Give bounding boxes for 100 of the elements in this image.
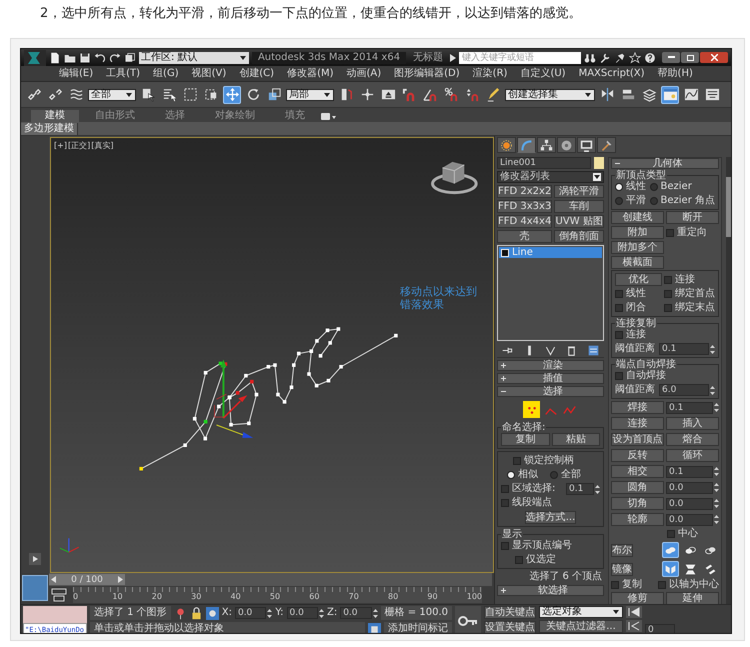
command-panel-tab[interactable] [497, 137, 516, 153]
sub-object-button[interactable] [523, 401, 540, 418]
toolbar-button[interactable] [661, 86, 679, 104]
go-to-start-icon[interactable] [626, 606, 642, 618]
fork-icon[interactable] [544, 344, 556, 356]
rollout-header[interactable]: 软选择 [497, 585, 604, 596]
dropdown[interactable]: 局部 [286, 88, 334, 100]
ribbon-tab[interactable]: 自由形式 [81, 110, 149, 122]
menu-item[interactable]: 组(G) [153, 68, 179, 80]
checkbox[interactable] [667, 530, 675, 538]
number-field[interactable]: 0.1 [566, 483, 594, 495]
menu-item[interactable]: 编辑(E) [59, 68, 94, 80]
ribbon-tab[interactable]: 建模 [31, 110, 79, 122]
radio-button[interactable] [507, 471, 515, 479]
command-panel-tab[interactable] [597, 137, 616, 153]
menu-item[interactable]: 渲染(R) [472, 68, 508, 80]
toolbar-button[interactable] [223, 86, 241, 104]
number-field[interactable]: 0.0 [666, 482, 713, 494]
timeline-ruler[interactable]: 0 10 20 30 40 50 60 70 80 90 100 [73, 587, 482, 603]
panel-button[interactable]: 熔合 [666, 433, 719, 446]
checkbox[interactable] [501, 499, 509, 507]
panel-button[interactable]: 圆角 [611, 481, 664, 494]
frame-field[interactable]: 0 [645, 624, 675, 633]
modifier-button[interactable]: 涡轮平滑 [554, 185, 604, 198]
viewport-label[interactable]: [+] [54, 140, 67, 152]
panel-button[interactable]: 修剪 [611, 592, 664, 605]
checkbox[interactable] [513, 457, 521, 465]
number-field[interactable]: 0.1 [666, 402, 713, 414]
checkbox[interactable] [515, 556, 523, 564]
panel-button[interactable]: 焊接 [611, 401, 664, 414]
number-field[interactable]: 0.0 [666, 498, 713, 510]
spinner-arrows-icon[interactable] [714, 498, 719, 509]
radio-button[interactable] [650, 183, 658, 191]
rollout-header[interactable]: 选择 [497, 386, 604, 397]
ribbon-options-icon[interactable] [321, 112, 337, 122]
checkbox[interactable] [501, 485, 509, 493]
checkbox[interactable] [501, 542, 509, 550]
checkbox[interactable] [664, 304, 672, 312]
spinner-arrows-icon[interactable] [710, 344, 715, 354]
toolbar-button[interactable] [442, 86, 460, 104]
workspace-dropdown[interactable]: 工作区: 默认 [138, 52, 249, 64]
number-field[interactable]: 6.0 [659, 384, 709, 396]
ribbon-tab[interactable]: 对象绘制 [201, 110, 269, 122]
panel-button[interactable]: 循环 [666, 449, 719, 462]
checkbox[interactable] [615, 331, 623, 339]
spinner-arrows-icon[interactable] [318, 608, 324, 618]
spinner-arrows-icon[interactable] [714, 514, 719, 525]
coordinate-field[interactable]: 0.0 [286, 607, 318, 619]
star-icon[interactable] [629, 52, 642, 64]
spinner-arrows-icon[interactable] [714, 482, 719, 493]
modifier-button[interactable]: UVW 贴图 [554, 215, 604, 228]
spinner-arrows-icon[interactable] [595, 484, 600, 494]
panel-button[interactable]: 横截面 [611, 256, 664, 269]
maximize-button[interactable] [681, 52, 700, 63]
stack-item[interactable]: Line [499, 247, 602, 258]
save-icon[interactable] [78, 52, 91, 64]
object-name-field[interactable]: Line001 [497, 157, 591, 169]
lock-icon[interactable] [190, 606, 203, 620]
pin-icon[interactable] [614, 52, 626, 64]
search-field[interactable]: 键入关键字或短语 [459, 52, 582, 64]
menu-item[interactable]: 创建(C) [239, 68, 274, 80]
spinner-arrows-icon[interactable] [714, 466, 719, 477]
command-panel-tab[interactable] [577, 137, 596, 153]
rollout-header[interactable]: 插值 [497, 373, 604, 384]
undo-icon[interactable] [94, 52, 106, 64]
panel-button[interactable]: 镜像 [611, 562, 633, 576]
modifier-button[interactable]: FFD 4x4x4 [497, 215, 552, 228]
radio-button[interactable] [650, 197, 658, 205]
add-time-tag[interactable]: 添加时间标记 [384, 622, 452, 633]
new-file-icon[interactable] [48, 52, 61, 64]
modifier-button[interactable]: 倒角剖面 [554, 230, 604, 243]
time-slider[interactable]: 0 / 100 [49, 573, 492, 586]
checkbox[interactable] [658, 581, 666, 589]
previous-frame-icon[interactable] [626, 620, 642, 632]
menu-item[interactable]: 修改器(M) [287, 68, 334, 80]
panel-button[interactable]: 延伸 [666, 592, 719, 605]
number-field[interactable]: 0.1 [666, 466, 713, 478]
command-panel-tab[interactable] [517, 137, 536, 153]
panel-button[interactable]: 连接 [611, 417, 664, 430]
close-button[interactable] [700, 52, 728, 63]
key-filters-button[interactable]: 关键点过滤器... [539, 620, 623, 633]
panel-button[interactable]: 附加 [611, 226, 664, 239]
number-field[interactable]: 0.1 [659, 343, 709, 355]
panel-button[interactable]: 相交 [611, 465, 664, 478]
panel-button[interactable]: 轮廓 [611, 513, 664, 526]
coordinate-field[interactable]: 0.0 [340, 607, 372, 619]
checkbox[interactable] [615, 304, 623, 312]
viewport[interactable]: [+][正交][真实] 移动点以来达到错落效果 [50, 137, 494, 573]
checkbox[interactable] [666, 228, 674, 236]
dropdown[interactable]: 全部 [88, 88, 136, 100]
number-field[interactable]: 0.0 [666, 514, 713, 526]
bin-icon[interactable] [566, 344, 578, 356]
checkbox[interactable] [611, 581, 619, 589]
menu-item[interactable]: 动画(A) [346, 68, 382, 80]
dropdown[interactable]: 创建选择集 [505, 88, 595, 100]
checkbox[interactable] [615, 372, 623, 380]
binoculars-icon[interactable] [584, 52, 596, 64]
panel-button[interactable]: 反转 [611, 449, 664, 462]
ribbon-tab[interactable]: 填充 [271, 110, 319, 122]
panel-button[interactable]: 优化 [615, 273, 662, 286]
